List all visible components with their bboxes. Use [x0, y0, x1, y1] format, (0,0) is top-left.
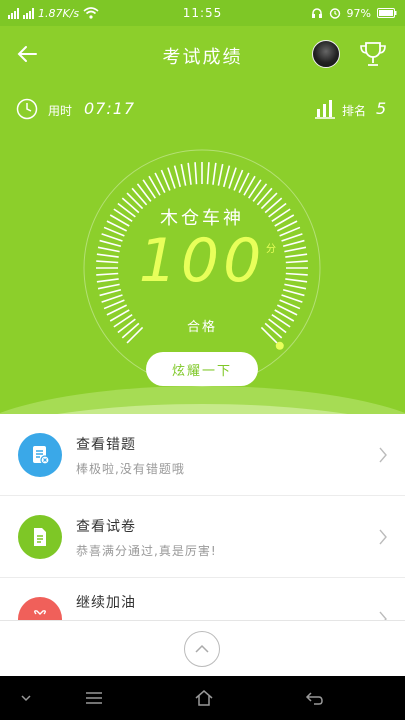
signal-icon	[8, 7, 19, 19]
gauge-tick	[256, 187, 273, 206]
chevron-up-icon	[195, 644, 209, 653]
headset-icon	[311, 8, 322, 18]
system-nav-bar	[0, 676, 405, 720]
menu-icon[interactable]	[84, 688, 104, 708]
wifi-icon	[83, 7, 99, 19]
gauge-tick	[101, 294, 123, 303]
status-time: 11:55	[182, 6, 223, 20]
gauge-tick	[228, 167, 237, 189]
avatar[interactable]	[312, 40, 340, 68]
chevron-right-icon	[379, 447, 387, 463]
gauge-tick	[206, 162, 210, 185]
item-subtitle: 棒极啦,没有错题哦	[76, 462, 185, 476]
nav-bar: 考试成绩	[0, 26, 405, 84]
action-list: 查看错题 棒极啦,没有错题哦 查看试卷 恭喜满分通过,真是厉害! 继续加油	[0, 414, 405, 620]
gauge-tick	[222, 165, 231, 188]
bottom-bar	[0, 620, 405, 676]
status-bar: 1.87K/s 11:55 97%	[0, 0, 405, 26]
gauge-tick	[131, 187, 148, 206]
gauge-tick	[180, 163, 187, 186]
gauge-tick	[136, 183, 152, 202]
gauge-tick	[212, 162, 217, 185]
chevron-down-icon[interactable]	[16, 688, 36, 708]
wrong-questions-icon	[18, 433, 62, 477]
page-title: 考试成绩	[162, 47, 243, 68]
chevron-right-icon	[379, 529, 387, 545]
time-label: 用时	[48, 104, 73, 118]
score-value: 100	[138, 226, 266, 296]
list-item-wrong-questions[interactable]: 查看错题 棒极啦,没有错题哦	[0, 414, 405, 496]
item-subtitle: 恭喜满分通过,真是厉害!	[76, 544, 217, 558]
gauge-tick	[194, 162, 198, 185]
signal-icon-2	[23, 7, 34, 19]
gauge-tick	[252, 183, 268, 202]
gift-icon	[18, 597, 62, 620]
status-left: 1.87K/s	[8, 7, 158, 20]
gauge-tick	[187, 162, 192, 185]
clock-icon	[16, 98, 38, 120]
battery-text: 97%	[346, 6, 371, 20]
item-title: 查看错题	[76, 437, 136, 453]
gauge-tick	[173, 165, 182, 188]
net-speed: 1.87K/s	[38, 6, 80, 20]
home-icon[interactable]	[194, 688, 214, 708]
exam-paper-icon	[18, 515, 62, 559]
trophy-icon[interactable]	[358, 39, 388, 69]
alarm-icon	[329, 8, 340, 19]
score-unit: 分	[266, 244, 276, 255]
time-value: 07:17	[84, 99, 136, 118]
gauge-tick	[167, 167, 176, 189]
chevron-right-icon	[379, 611, 387, 620]
rank-value: 5	[376, 99, 387, 118]
list-item-keep-going[interactable]: 继续加油	[0, 578, 405, 620]
info-row: 用时 07:17 排名 5	[0, 96, 405, 124]
back-icon[interactable]	[304, 688, 324, 708]
gauge-marker	[275, 341, 284, 350]
battery-icon	[377, 8, 397, 18]
status-right: 97%	[247, 7, 397, 20]
item-title: 查看试卷	[76, 519, 136, 535]
gauge-tick	[217, 163, 224, 186]
pass-label: 合格	[186, 320, 217, 335]
rank-label: 排名	[342, 104, 367, 118]
item-title: 继续加油	[76, 595, 136, 611]
show-off-button[interactable]: 炫耀一下	[146, 352, 258, 386]
gauge-tick	[281, 294, 303, 303]
scroll-up-button[interactable]	[184, 631, 220, 667]
list-item-exam-paper[interactable]: 查看试卷 恭喜满分通过,真是厉害!	[0, 496, 405, 578]
rank-chart-icon	[315, 100, 335, 119]
